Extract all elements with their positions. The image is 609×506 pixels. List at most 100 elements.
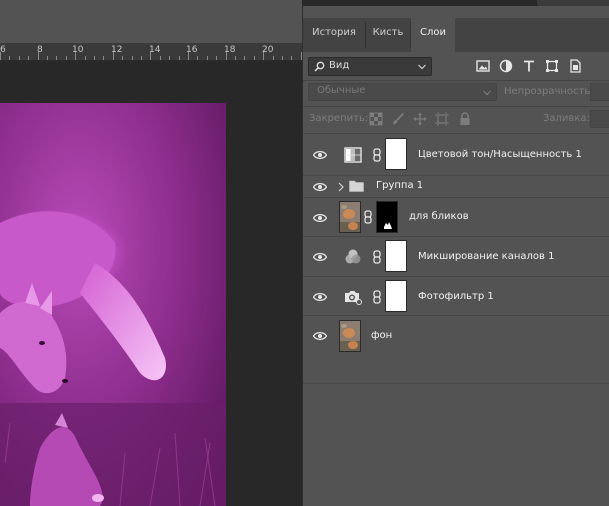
options-bar [0, 0, 302, 43]
chevron-down-icon [483, 90, 491, 96]
ruler-tick [28, 56, 29, 60]
ruler-tick [0, 52, 1, 60]
layer-mask-thumbnail[interactable] [376, 201, 398, 233]
panel-tabbar: История Кисть Слои [303, 18, 609, 52]
layer-row[interactable]: для бликов [303, 197, 609, 236]
ruler-tick [132, 56, 133, 60]
ruler-tick [38, 52, 39, 60]
lock-row: Закрепить: Заливка: [303, 107, 609, 131]
visibility-eye-icon[interactable] [313, 331, 327, 341]
ruler-tick [188, 52, 189, 60]
horizontal-ruler[interactable]: 6 8 10 12 14 16 18 20 [0, 43, 302, 61]
ruler-tick [235, 56, 236, 60]
layer-row[interactable]: Группа 1 [303, 175, 609, 197]
layer-mask-thumbnail[interactable] [385, 280, 407, 312]
ruler-tick [19, 56, 20, 60]
mask-shape [384, 222, 392, 229]
photo-thumbnail [340, 202, 360, 232]
photo-thumbnail [340, 321, 360, 351]
ruler-tick [103, 56, 104, 60]
visibility-eye-icon[interactable] [313, 213, 327, 223]
ruler-tick [85, 56, 86, 60]
shape-filter-icon[interactable] [545, 59, 559, 73]
visibility-eye-icon[interactable] [313, 292, 327, 302]
fill-field[interactable] [590, 110, 609, 128]
tab-brush[interactable]: Кисть [366, 18, 410, 52]
layer-mask-thumbnail[interactable] [385, 240, 407, 272]
blend-row: Обычные Непрозрачность: [303, 80, 609, 104]
smart-object-filter-icon[interactable] [568, 59, 582, 73]
ruler-tick [291, 56, 292, 60]
lock-transparency-icon[interactable] [369, 112, 383, 126]
layer-row[interactable]: фон [303, 315, 609, 355]
photo-filter-icon [345, 291, 362, 305]
visibility-eye-icon[interactable] [313, 182, 327, 192]
ruler-tick [56, 56, 57, 60]
opacity-label: Непрозрачность: [504, 86, 594, 97]
photoshop-workspace: 6 8 10 12 14 16 18 20 История Кисть Слои… [0, 0, 609, 506]
visibility-eye-icon[interactable] [313, 150, 327, 160]
mask-link-icon[interactable] [373, 250, 381, 264]
chevron-down-icon [418, 64, 426, 70]
blend-mode-select[interactable]: Обычные [308, 83, 497, 101]
layer-name: Фотофильтр 1 [418, 291, 494, 302]
folder-icon [349, 180, 364, 192]
mask-link-icon[interactable] [364, 210, 372, 224]
ruler-tick [207, 56, 208, 60]
ruler-tick [179, 56, 180, 60]
ruler-tick [141, 56, 142, 60]
kind-filter-select[interactable]: Вид [308, 57, 432, 76]
layer-thumbnail[interactable] [339, 201, 361, 233]
visibility-eye-icon[interactable] [313, 252, 327, 262]
tab-layers[interactable]: Слои [411, 18, 455, 52]
mask-link-icon[interactable] [373, 148, 381, 162]
ruler-tick [150, 52, 151, 60]
fox-artwork [0, 103, 226, 506]
layer-name: Микширование каналов 1 [418, 251, 555, 262]
layer-name: Группа 1 [376, 180, 424, 191]
ruler-tick [9, 56, 10, 60]
layers-empty-area [303, 383, 609, 506]
ruler-tick [273, 56, 274, 60]
lock-artboard-icon[interactable] [435, 112, 449, 126]
ruler-tick [263, 52, 264, 60]
layer-row[interactable]: Микширование каналов 1 [303, 236, 609, 276]
lock-label: Закрепить: [309, 113, 369, 124]
ruler-tick [47, 56, 48, 60]
chevron-right-icon[interactable] [338, 182, 344, 192]
ruler-tick [160, 56, 161, 60]
channel-mixer-icon [345, 249, 361, 264]
layer-name: Цветовой тон/Насыщенность 1 [418, 149, 582, 160]
opacity-field[interactable] [590, 83, 609, 101]
hue-saturation-icon [344, 147, 362, 163]
kind-filter-label: Вид [329, 60, 350, 71]
blend-mode-label: Обычные [317, 85, 366, 96]
ruler-tick [254, 56, 255, 60]
tab-history[interactable]: История [303, 18, 365, 52]
layers-list: Цветовой тон/Насыщенность 1 Группа 1 для… [303, 133, 609, 383]
adjustment-filter-icon[interactable] [499, 59, 513, 73]
ruler-tick [122, 56, 123, 60]
ruler-tick [216, 56, 217, 60]
lock-all-icon[interactable] [458, 112, 472, 126]
mask-link-icon[interactable] [373, 290, 381, 304]
image-filter-icon[interactable] [476, 59, 490, 73]
lock-position-move-icon[interactable] [413, 112, 427, 126]
type-filter-icon[interactable] [522, 59, 536, 73]
ruler-tick [66, 56, 67, 60]
layers-panel: История Кисть Слои Вид Обычные Непрозрач… [302, 6, 609, 506]
layer-row[interactable]: Фотофильтр 1 [303, 276, 609, 315]
lock-pixels-brush-icon[interactable] [391, 112, 405, 126]
search-icon [314, 61, 325, 72]
layer-mask-thumbnail[interactable] [385, 138, 407, 170]
ruler-tick [197, 56, 198, 60]
layer-thumbnail[interactable] [339, 320, 361, 352]
layer-row[interactable]: Цветовой тон/Насыщенность 1 [303, 133, 609, 175]
layer-filter-row: Вид [303, 52, 609, 80]
canvas-image[interactable] [0, 103, 226, 506]
ruler-label: 10 [72, 45, 84, 55]
ruler-tick [244, 56, 245, 60]
fill-label: Заливка: [543, 113, 590, 124]
ruler-tick [282, 56, 283, 60]
ruler-tick [94, 56, 95, 60]
